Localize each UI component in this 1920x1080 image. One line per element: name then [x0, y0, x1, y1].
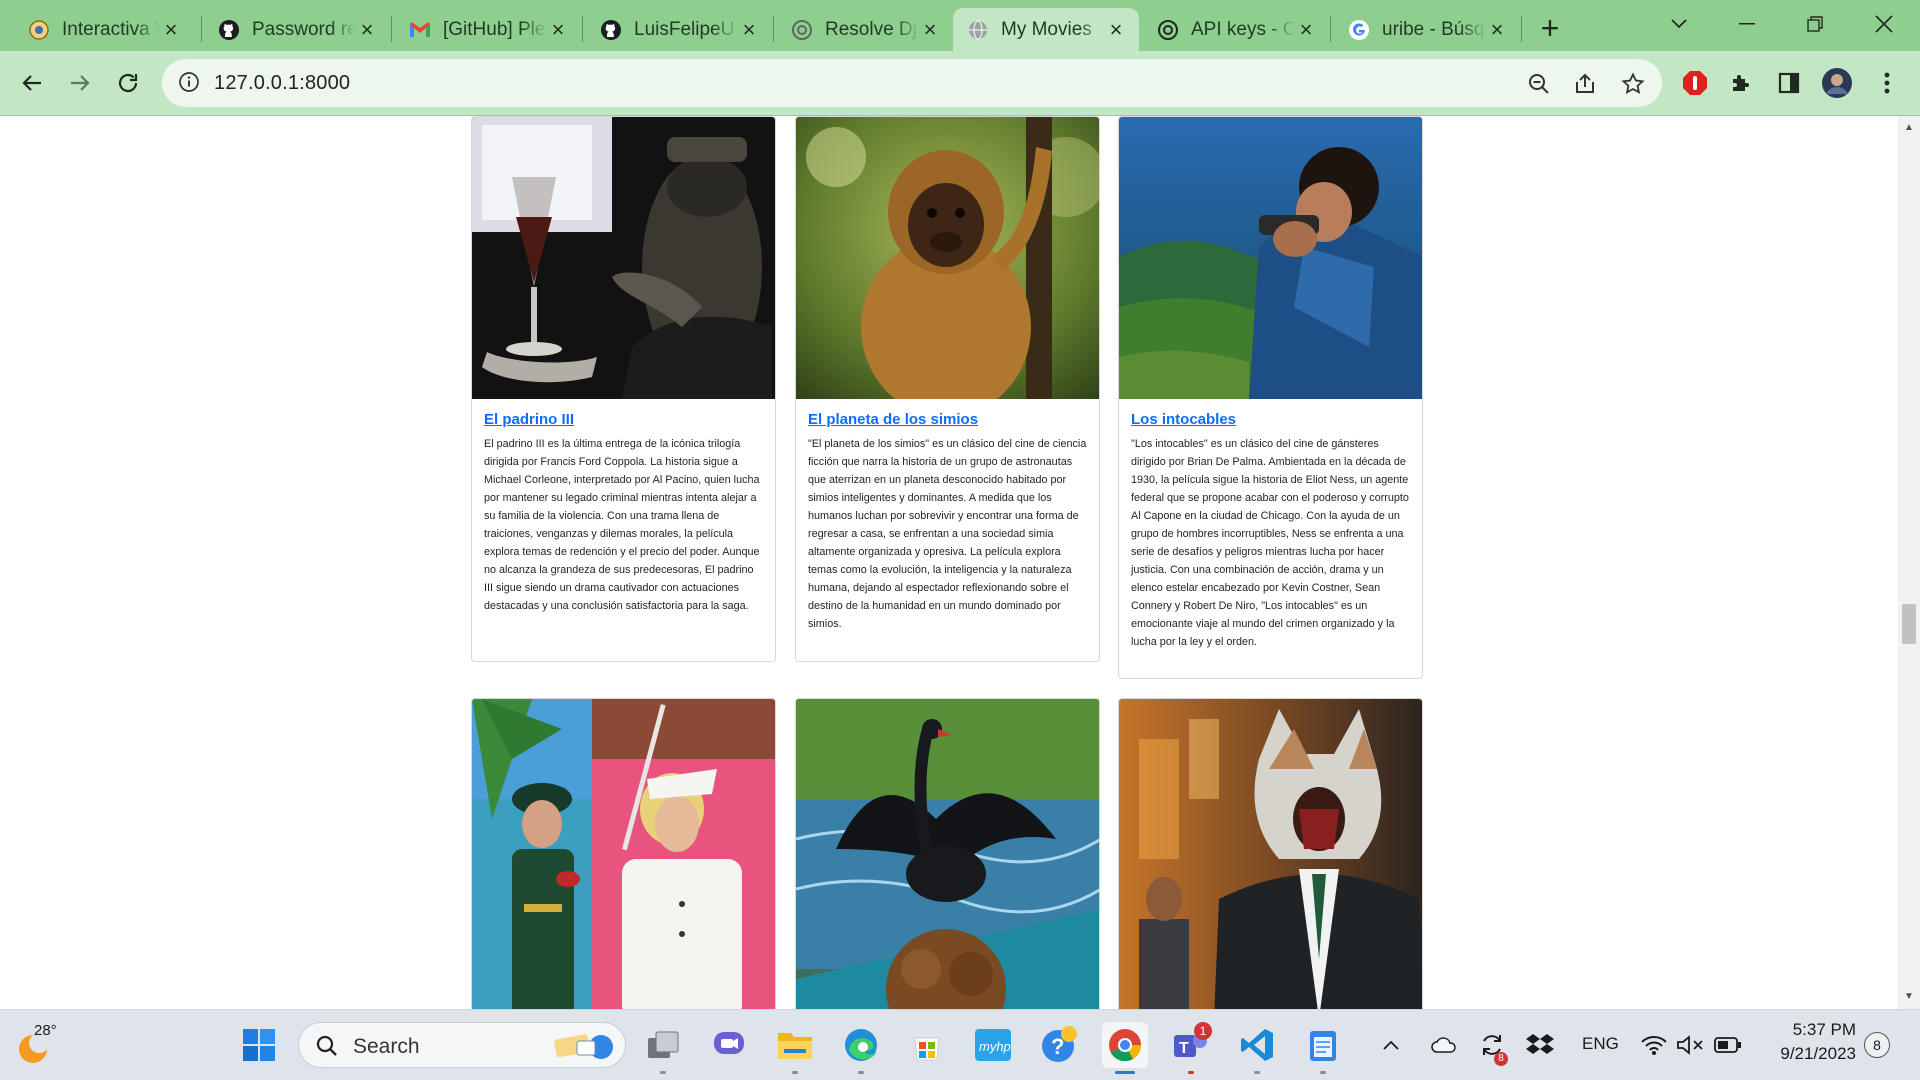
side-panel-icon[interactable] — [1770, 63, 1808, 103]
close-icon[interactable]: × — [919, 18, 941, 41]
taskbar-search[interactable]: Search — [298, 1022, 626, 1068]
teams-icon[interactable]: T 1 — [1168, 1022, 1214, 1074]
movie-card: El padrino III El padrino III es la últi… — [471, 116, 776, 662]
movie-poster[interactable] — [796, 117, 1099, 399]
chat-icon[interactable] — [706, 1022, 752, 1068]
movie-card — [471, 698, 776, 1009]
movie-description: El padrino III es la última entrega de l… — [484, 438, 760, 612]
onedrive-icon[interactable] — [1426, 1022, 1462, 1068]
close-icon[interactable]: × — [1105, 18, 1127, 41]
movie-card: Los intocables "Los intocables" es un cl… — [1118, 116, 1423, 679]
extensions-puzzle-icon[interactable] — [1722, 63, 1760, 103]
search-icon — [316, 1035, 337, 1056]
close-window-button[interactable] — [1862, 6, 1906, 42]
volume-muted-icon[interactable] — [1672, 1022, 1708, 1068]
share-icon[interactable] — [1572, 71, 1598, 97]
movie-title-link[interactable]: El padrino III — [484, 411, 763, 428]
tab-password-reset[interactable]: Password reset × — [204, 8, 390, 51]
wifi-icon[interactable] — [1636, 1022, 1672, 1068]
tab-my-movies[interactable]: My Movies × — [953, 8, 1139, 51]
movie-card — [1118, 698, 1423, 1009]
github-icon — [600, 19, 622, 41]
address-bar[interactable]: 127.0.0.1:8000 — [162, 59, 1662, 107]
close-icon[interactable]: × — [738, 18, 760, 41]
url-text[interactable]: 127.0.0.1:8000 — [214, 72, 350, 95]
adblock-extension-icon[interactable] — [1676, 63, 1714, 103]
new-tab-button[interactable]: + — [1532, 10, 1568, 46]
tab-github-email[interactable]: [GitHub] Please × — [395, 8, 581, 51]
profile-avatar[interactable] — [1818, 63, 1856, 103]
page-viewport: El padrino III El padrino III es la últi… — [0, 116, 1898, 1009]
myhp-icon[interactable]: myhp — [970, 1022, 1016, 1068]
chrome-icon[interactable] — [1102, 1022, 1148, 1074]
openai-icon — [791, 19, 813, 41]
movie-title-link[interactable]: El planeta de los simios — [808, 411, 1087, 428]
reload-button[interactable] — [108, 63, 148, 103]
dropbox-icon[interactable] — [1522, 1022, 1558, 1068]
minimize-button[interactable] — [1725, 6, 1769, 42]
vscode-icon[interactable] — [1234, 1022, 1280, 1074]
svg-text:T: T — [1179, 1040, 1189, 1057]
scroll-up-icon[interactable]: ▲ — [1903, 122, 1915, 134]
github-icon — [218, 19, 240, 41]
scrollbar-thumb[interactable] — [1902, 604, 1916, 644]
show-hidden-icons-button[interactable] — [1376, 1022, 1406, 1068]
movie-poster[interactable] — [1119, 699, 1422, 1009]
notification-badge: 8 — [1494, 1052, 1508, 1066]
close-icon[interactable]: × — [356, 18, 378, 41]
university-seal-icon — [28, 19, 50, 41]
close-icon[interactable]: × — [547, 18, 569, 41]
notepad-icon[interactable] — [1300, 1022, 1346, 1074]
sync-icon[interactable]: 8 — [1474, 1022, 1510, 1068]
search-highlight-icon — [554, 1034, 613, 1059]
site-info-icon[interactable] — [178, 71, 200, 98]
movie-poster[interactable] — [1119, 117, 1422, 399]
restore-button[interactable] — [1793, 6, 1837, 42]
openai-icon — [1157, 19, 1179, 41]
microsoft-store-icon[interactable] — [904, 1022, 950, 1068]
page-scrollbar[interactable]: ▲ ▼ — [1898, 116, 1920, 1009]
tab-strip: Interactiva Virtual × Password reset × [… — [0, 0, 1920, 51]
browser-toolbar: 127.0.0.1:8000 — [0, 51, 1920, 116]
movie-description: "El planeta de los simios" es un clásico… — [808, 438, 1087, 630]
movie-card — [795, 698, 1100, 1009]
movie-poster[interactable] — [472, 699, 775, 1009]
movie-poster[interactable] — [472, 117, 775, 399]
back-button[interactable] — [12, 63, 52, 103]
language-indicator[interactable]: ENG — [1582, 1034, 1619, 1054]
clock[interactable]: 5:37 PM 9/21/2023 — [1760, 1020, 1856, 1064]
tab-api-keys[interactable]: API keys - OpenAI × — [1143, 8, 1329, 51]
movie-poster[interactable] — [796, 699, 1099, 1009]
file-explorer-icon[interactable] — [772, 1022, 818, 1074]
browser-menu-icon[interactable] — [1868, 63, 1906, 103]
notification-center-button[interactable]: 8 — [1864, 1032, 1890, 1058]
notification-badge: 1 — [1194, 1022, 1212, 1040]
movie-description: "Los intocables" es un clásico del cine … — [1131, 438, 1409, 648]
bookmark-star-icon[interactable] — [1620, 71, 1646, 97]
movie-card: El planeta de los simios "El planeta de … — [795, 116, 1100, 662]
tab-luisfelipe[interactable]: LuisFelipeU × — [586, 8, 772, 51]
task-view-button[interactable] — [640, 1022, 686, 1074]
tab-google-search[interactable]: uribe - Búsqueda × — [1334, 8, 1520, 51]
tab-search-button[interactable] — [1657, 6, 1701, 42]
start-button[interactable] — [236, 1022, 282, 1068]
google-icon — [1348, 19, 1370, 41]
gmail-icon — [409, 19, 431, 41]
edge-icon[interactable] — [838, 1022, 884, 1074]
close-icon[interactable]: × — [1486, 18, 1508, 41]
globe-icon — [967, 19, 989, 41]
weather-widget[interactable]: 28° — [14, 1022, 64, 1070]
movie-title-link[interactable]: Los intocables — [1131, 411, 1410, 428]
close-icon[interactable]: × — [1295, 18, 1317, 41]
tab-resolve-django[interactable]: Resolve Django × — [777, 8, 953, 51]
help-icon[interactable]: ? — [1036, 1022, 1082, 1068]
close-icon[interactable]: × — [160, 18, 182, 41]
tab-interactiva[interactable]: Interactiva Virtual × — [14, 8, 194, 51]
scroll-down-icon[interactable]: ▼ — [1903, 991, 1915, 1003]
battery-icon[interactable] — [1710, 1022, 1746, 1068]
windows-taskbar: 28° Search myhp ? T 1 8 ENG 5:37 PM 9/21… — [0, 1009, 1920, 1080]
svg-text:myhp: myhp — [979, 1039, 1011, 1054]
forward-button[interactable] — [60, 63, 100, 103]
zoom-icon[interactable] — [1526, 71, 1552, 97]
